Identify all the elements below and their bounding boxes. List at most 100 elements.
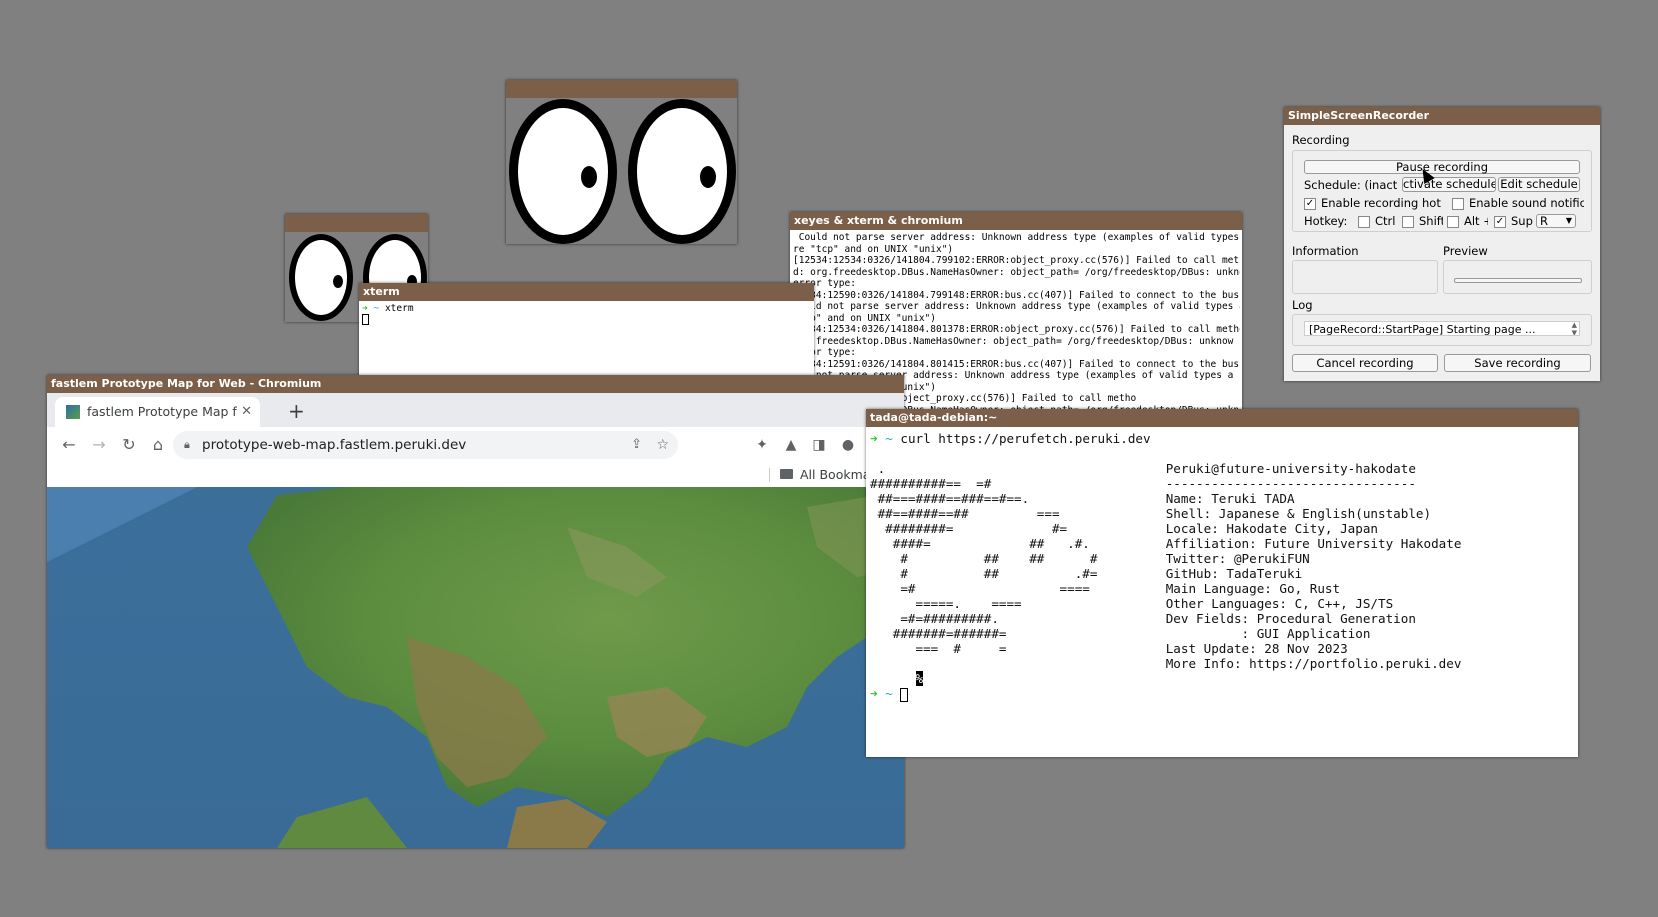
- terminal-line: ####= ## .#. Affiliation: Future Univers…: [870, 536, 1462, 551]
- ascii-art-line: # ## .#=: [870, 566, 1166, 581]
- log-line: Could not parse server address: Unknown …: [793, 232, 1240, 243]
- ssr-window: SimpleScreenRecorder Recording Pause rec…: [1284, 107, 1600, 381]
- ascii-art-line: ####= ## .#.: [870, 536, 1166, 551]
- profile-icon[interactable]: ●: [838, 435, 858, 455]
- enable-hotkey-checkbox[interactable]: ✓: [1304, 198, 1316, 210]
- ascii-art-line: ########= #=: [870, 521, 1166, 536]
- log-line: "tcp" and on UNIX "unix"): [793, 312, 936, 324]
- xterm-command: xterm: [384, 303, 414, 314]
- url-text: prototype-web-map.fastlem.peruki.dev: [202, 437, 467, 453]
- left-eye: [289, 234, 353, 321]
- cancel-recording-button[interactable]: Cancel recording: [1292, 354, 1438, 372]
- flask-icon[interactable]: ▲: [781, 435, 801, 455]
- log-line: d: org.freedesktop.DBus.NameHasOwner: ob…: [793, 266, 1240, 278]
- log-text: [PageRecord::StartPage] Starting page ..…: [1309, 323, 1536, 336]
- tab-label: fastlem Prototype Map for: [87, 404, 237, 419]
- map-favicon-icon: [66, 405, 80, 419]
- side-panel-icon[interactable]: ◨: [809, 435, 829, 455]
- log-text-box[interactable]: [PageRecord::StartPage] Starting page ..…: [1304, 321, 1580, 336]
- terminal-window: tada@tada-debian:~ ➜ ~ curl https://peru…: [866, 409, 1578, 757]
- xeyes-small-titlebar[interactable]: [285, 214, 428, 232]
- xeyes-large-titlebar[interactable]: [506, 80, 737, 98]
- ctrl-checkbox[interactable]: [1358, 216, 1370, 228]
- alt-checkbox[interactable]: [1447, 216, 1459, 228]
- ascii-art-line: =# ====: [870, 581, 1166, 596]
- info-line: Twitter: @PerukiFUN: [1165, 551, 1310, 566]
- info-line: Main Language: Go, Rust: [1165, 581, 1341, 596]
- terminal-line: More Info: https://portfolio.peruki.dev: [870, 656, 1462, 671]
- xterm-title[interactable]: xterm: [359, 283, 814, 301]
- terminal-line: =# ==== Main Language: Go, Rust: [870, 581, 1461, 596]
- tab-close-icon[interactable]: ✕: [241, 397, 252, 427]
- prompt-tilde: ~: [885, 686, 893, 701]
- info-line: Shell: Japanese & English(unstable): [1165, 506, 1432, 521]
- xeyes-large-window: [506, 80, 737, 244]
- ascii-art-line: [870, 656, 1166, 671]
- info-line: Locale: Hakodate City, Japan: [1165, 521, 1379, 536]
- folder-icon: [780, 469, 793, 479]
- right-eye: [628, 99, 736, 244]
- scroll-arrows-icon[interactable]: ▲ ▼: [1572, 322, 1577, 335]
- ssr-title[interactable]: SimpleScreenRecorder: [1284, 107, 1600, 125]
- prompt-tilde: ~: [885, 431, 893, 446]
- terminal-line: # ## .#= GitHub: TadaTeruki: [870, 566, 1461, 581]
- ctrl-label: Ctrl: [1375, 214, 1396, 228]
- terminal-line: === # = Last Update: 28 Nov 2023: [870, 641, 1461, 656]
- browser-toolbar: ← → ↻ ⌂ 🔒︎ prototype-web-map.fastlem.per…: [47, 427, 904, 463]
- address-bar[interactable]: 🔒︎ prototype-web-map.fastlem.peruki.dev …: [173, 431, 678, 459]
- ascii-art-line: .: [870, 461, 1166, 476]
- enable-sound-checkbox[interactable]: [1452, 198, 1464, 210]
- edit-schedule-button[interactable]: Edit schedule: [1498, 177, 1580, 192]
- terminal-line: =====. ==== Other Languages: C, C++, JS/…: [870, 596, 1461, 611]
- enable-sound-label: Enable sound notifica: [1469, 196, 1584, 210]
- terminal-cursor: [900, 687, 909, 702]
- chromium-title[interactable]: fastlem Prototype Map for Web - Chromium: [47, 375, 904, 393]
- enable-hotkey-label: Enable recording hot: [1321, 196, 1441, 210]
- terminal-title[interactable]: tada@tada-debian:~: [866, 409, 1578, 427]
- super-checkbox[interactable]: ✓: [1494, 216, 1506, 228]
- pause-recording-button[interactable]: Pause recording: [1304, 160, 1580, 174]
- all-bookmarks-label[interactable]: All Bookma: [800, 467, 870, 482]
- information-panel: [1292, 260, 1438, 294]
- info-line: Dev Fields: Procedural Generation: [1165, 611, 1416, 626]
- chromium-window: fastlem Prototype Map for Web - Chromium…: [47, 375, 904, 848]
- recording-heading: Recording: [1292, 133, 1350, 147]
- back-arrow-icon[interactable]: ←: [59, 435, 79, 455]
- terminal-content[interactable]: ➜ ~ curl https://perufetch.peruki.dev . …: [870, 431, 1461, 702]
- home-icon[interactable]: ⌂: [148, 435, 168, 455]
- terminal-line: #######=######= : GUI Application: [870, 626, 1461, 641]
- prompt-arrow-icon: ➜: [870, 686, 878, 701]
- new-tab-button[interactable]: +: [288, 399, 305, 423]
- info-line: Name: Teruki TADA: [1165, 491, 1295, 506]
- lock-icon: 🔒︎: [184, 438, 190, 451]
- info-line: : GUI Application: [1165, 626, 1371, 641]
- terminal-line: . Peruki@future-university-hakodate: [870, 461, 1461, 476]
- log-line: error type:: [793, 278, 856, 289]
- share-icon[interactable]: ⇪: [631, 431, 642, 459]
- shift-label: Shift: [1419, 214, 1443, 228]
- info-line: GitHub: TadaTeruki: [1165, 566, 1303, 581]
- tab-fastlem[interactable]: fastlem Prototype Map for ✕: [55, 397, 260, 427]
- info-line: ---------------------------------: [1165, 476, 1416, 491]
- info-line: Peruki@future-university-hakodate: [1165, 461, 1416, 476]
- extensions-icon[interactable]: ✦: [752, 435, 772, 455]
- log-line: org.freedesktop.DBus.NameHasOwner: objec…: [793, 335, 1234, 347]
- forward-arrow-icon[interactable]: →: [89, 435, 109, 455]
- terrain-map-canvas[interactable]: [47, 487, 904, 848]
- terminal-command: curl https://perufetch.peruki.dev: [900, 431, 1151, 446]
- ascii-art-line: ##########== =#: [870, 476, 1166, 491]
- info-line: Affiliation: Future University Hakodate: [1165, 536, 1462, 551]
- hotkey-key-select[interactable]: R ▼: [1536, 214, 1576, 228]
- preview-button[interactable]: [1454, 278, 1582, 283]
- save-recording-button[interactable]: Save recording: [1444, 354, 1591, 372]
- left-eye: [509, 99, 617, 244]
- star-icon[interactable]: ☆: [656, 431, 669, 459]
- activate-schedule-button[interactable]: ctivate schedule: [1402, 177, 1496, 192]
- terminal-line: ##########== =# ------------------------…: [870, 476, 1461, 491]
- reload-icon[interactable]: ↻: [119, 435, 139, 455]
- log-window-title[interactable]: xeyes & xterm & chromium: [790, 212, 1242, 230]
- prompt-arrow-icon: ➜: [870, 431, 878, 446]
- information-heading: Information: [1292, 244, 1359, 258]
- xterm-content[interactable]: ➜ ~ xterm: [362, 303, 414, 328]
- shift-checkbox[interactable]: [1402, 216, 1414, 228]
